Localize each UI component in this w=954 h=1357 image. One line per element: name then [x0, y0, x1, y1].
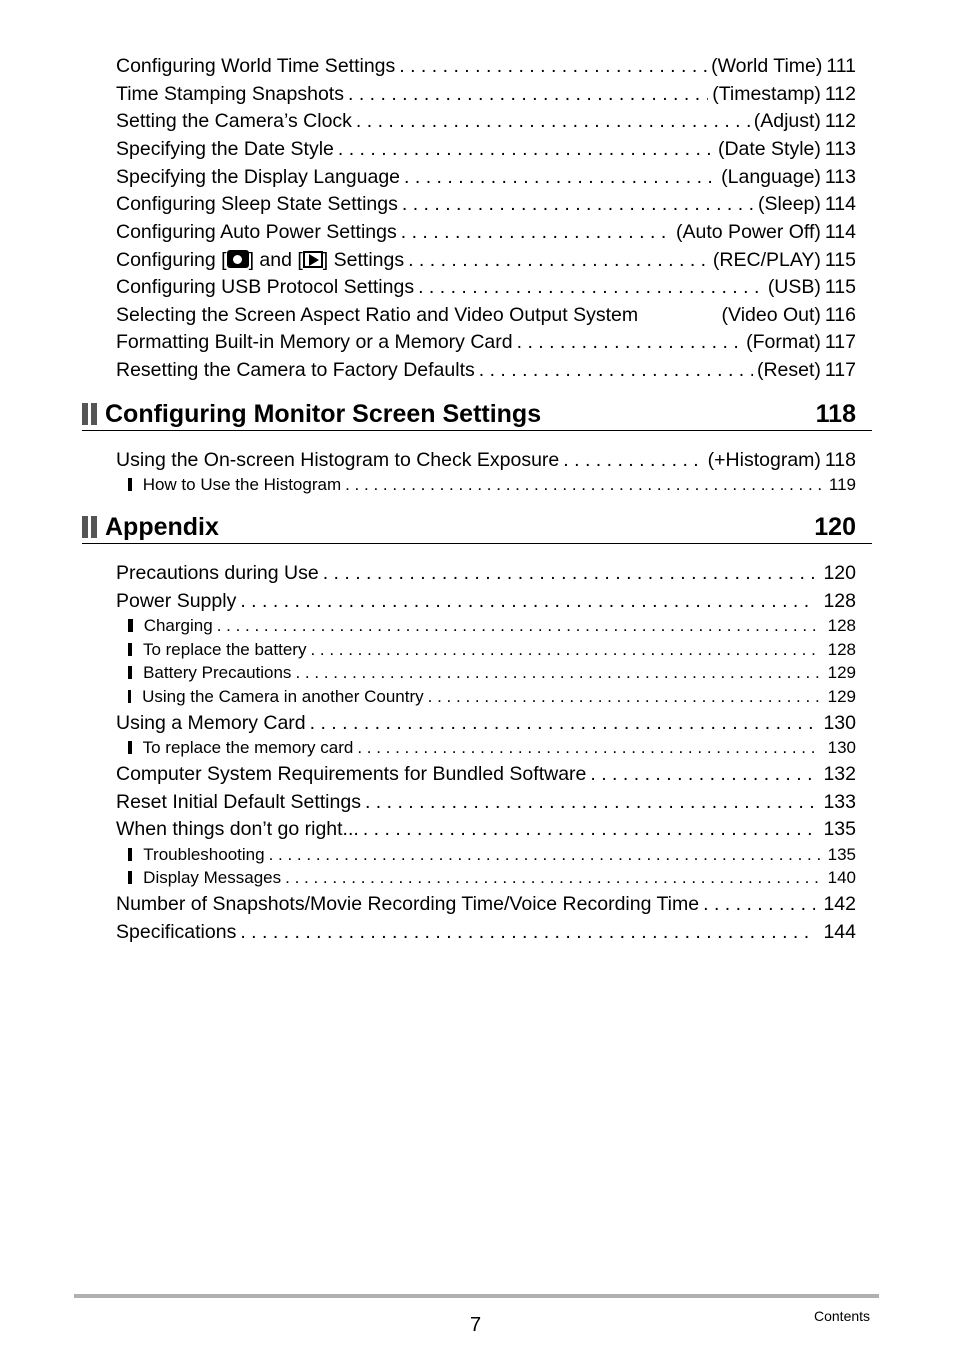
bullet-icon — [128, 690, 132, 703]
toc-entry[interactable]: Configuring World Time Settings(World Ti… — [116, 54, 856, 78]
bullet-icon — [128, 848, 133, 861]
toc-entry[interactable]: Specifications144 — [116, 920, 856, 944]
toc-entry[interactable]: Power Supply128 — [116, 589, 856, 613]
section-marker-icon — [82, 516, 97, 538]
toc-entry[interactable]: Reset Initial Default Settings133 — [116, 790, 856, 814]
toc-subentry[interactable]: To replace the memory card130 — [128, 738, 856, 758]
toc-entry[interactable]: Resetting the Camera to Factory Defaults… — [116, 358, 856, 382]
toc-entry[interactable]: Formatting Built-in Memory or a Memory C… — [116, 330, 856, 354]
play-icon — [302, 251, 323, 268]
toc-subentry[interactable]: Troubleshooting135 — [128, 845, 856, 865]
toc-entry[interactable]: Using the On-screen Histogram to Check E… — [116, 448, 856, 472]
toc-entry[interactable]: Number of Snapshots/Movie Recording Time… — [116, 892, 856, 916]
toc-entry[interactable]: Specifying the Date Style(Date Style)113 — [116, 137, 856, 161]
toc-subentry[interactable]: Charging128 — [128, 616, 856, 636]
bullet-icon — [128, 666, 133, 679]
footer-section-label: Contents — [814, 1308, 871, 1324]
toc-subentry[interactable]: Using the Camera in another Country129 — [128, 687, 856, 707]
toc-entry[interactable]: Setting the Camera’s Clock(Adjust)112 — [116, 109, 856, 133]
bullet-icon — [128, 478, 132, 491]
footer-divider — [74, 1294, 879, 1298]
toc-entry[interactable]: Configuring Auto Power Settings(Auto Pow… — [116, 220, 856, 244]
toc-entry[interactable]: Time Stamping Snapshots(Timestamp)112 — [116, 82, 856, 106]
bullet-icon — [128, 871, 133, 884]
camera-icon — [226, 250, 249, 268]
toc-entry[interactable]: Using a Memory Card130 — [116, 711, 856, 735]
toc-entry[interactable]: Precautions during Use120 — [116, 561, 856, 585]
toc-entry[interactable]: Configuring [] and [] Settings (REC/PLAY… — [116, 248, 856, 272]
toc-entry[interactable]: Configuring USB Protocol Settings(USB)11… — [116, 275, 856, 299]
toc-entry[interactable]: Computer System Requirements for Bundled… — [116, 762, 856, 786]
section-heading-monitor[interactable]: Configuring Monitor Screen Settings 118 — [82, 398, 872, 431]
section-heading-appendix[interactable]: Appendix 120 — [82, 511, 872, 544]
toc-entry[interactable]: Specifying the Display Language(Language… — [116, 165, 856, 189]
page-number: 7 — [470, 1314, 482, 1336]
bullet-icon — [128, 741, 132, 754]
toc-subentry[interactable]: Display Messages140 — [128, 868, 856, 888]
toc-entry[interactable]: When things don’t go right...135 — [116, 817, 856, 841]
toc-subentry[interactable]: Battery Precautions129 — [128, 663, 856, 683]
toc-entry[interactable]: Configuring Sleep State Settings(Sleep)1… — [116, 192, 856, 216]
toc-subentry[interactable]: To replace the battery128 — [128, 640, 856, 660]
bullet-icon — [128, 619, 133, 632]
section-marker-icon — [82, 403, 97, 425]
bullet-icon — [128, 643, 132, 656]
toc-subentry[interactable]: How to Use the Histogram119 — [128, 475, 856, 495]
toc-entry[interactable]: Selecting the Screen Aspect Ratio and Vi… — [116, 303, 856, 327]
